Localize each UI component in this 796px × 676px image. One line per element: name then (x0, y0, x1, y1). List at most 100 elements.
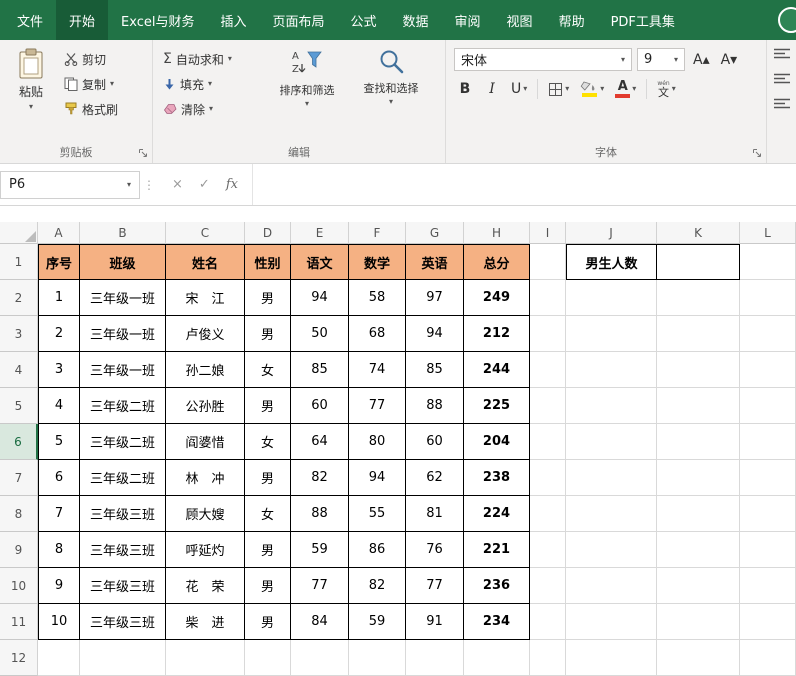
autosum-button[interactable]: Σ 自动求和 ▾ (161, 48, 261, 70)
cell-H4[interactable]: 244 (464, 352, 530, 388)
row-header-5[interactable]: 5 (0, 388, 38, 424)
cell-G1[interactable]: 英语 (406, 244, 464, 280)
cell-E7[interactable]: 82 (291, 460, 349, 496)
row-header-3[interactable]: 3 (0, 316, 38, 352)
font-name-combo[interactable]: 宋体 ▾ (454, 48, 632, 71)
cell-A11[interactable]: 10 (38, 604, 80, 640)
cell-A10[interactable]: 9 (38, 568, 80, 604)
cell-D12[interactable] (245, 640, 291, 676)
cell-J4[interactable] (566, 352, 657, 388)
cell-L4[interactable] (740, 352, 796, 388)
row-header-1[interactable]: 1 (0, 244, 38, 280)
cell-F1[interactable]: 数学 (349, 244, 406, 280)
cell-B4[interactable]: 三年级一班 (80, 352, 166, 388)
underline-button[interactable]: U ▾ (508, 78, 530, 100)
cell-D10[interactable]: 男 (245, 568, 291, 604)
formula-bar-drag-handle[interactable]: ⋮ (140, 178, 158, 192)
cell-L6[interactable] (740, 424, 796, 460)
cell-D11[interactable]: 男 (245, 604, 291, 640)
column-header-J[interactable]: J (566, 222, 657, 244)
column-header-H[interactable]: H (464, 222, 530, 244)
cell-G10[interactable]: 77 (406, 568, 464, 604)
cell-K10[interactable] (657, 568, 740, 604)
italic-button[interactable]: I (481, 78, 503, 100)
cell-F11[interactable]: 59 (349, 604, 406, 640)
cell-L1[interactable] (740, 244, 796, 280)
cell-C3[interactable]: 卢俊义 (166, 316, 245, 352)
row-header-6[interactable]: 6 (0, 424, 38, 460)
format-painter-button[interactable]: 格式刷 (62, 98, 120, 120)
cell-B1[interactable]: 班级 (80, 244, 166, 280)
cell-A3[interactable]: 2 (38, 316, 80, 352)
cell-H7[interactable]: 238 (464, 460, 530, 496)
cell-F12[interactable] (349, 640, 406, 676)
insert-function-icon[interactable]: fx (226, 177, 238, 192)
cell-B2[interactable]: 三年级一班 (80, 280, 166, 316)
cell-B9[interactable]: 三年级三班 (80, 532, 166, 568)
cell-I6[interactable] (530, 424, 566, 460)
tab-formulas[interactable]: 公式 (338, 0, 390, 40)
cell-C1[interactable]: 姓名 (166, 244, 245, 280)
enter-check-icon[interactable]: ✓ (199, 177, 210, 192)
paste-button[interactable]: 粘贴 ▾ (8, 46, 54, 145)
cell-B12[interactable] (80, 640, 166, 676)
cell-C5[interactable]: 公孙胜 (166, 388, 245, 424)
cut-button[interactable]: 剪切 (62, 48, 120, 70)
tab-review[interactable]: 审阅 (442, 0, 494, 40)
cancel-icon[interactable]: × (172, 177, 183, 192)
cell-K1[interactable] (657, 244, 740, 280)
cell-A4[interactable]: 3 (38, 352, 80, 388)
cell-B5[interactable]: 三年级二班 (80, 388, 166, 424)
cell-H5[interactable]: 225 (464, 388, 530, 424)
cell-D3[interactable]: 男 (245, 316, 291, 352)
cell-F9[interactable]: 86 (349, 532, 406, 568)
cell-H6[interactable]: 204 (464, 424, 530, 460)
cell-A2[interactable]: 1 (38, 280, 80, 316)
cell-H9[interactable]: 221 (464, 532, 530, 568)
cell-D7[interactable]: 男 (245, 460, 291, 496)
column-header-F[interactable]: F (349, 222, 406, 244)
cell-E6[interactable]: 64 (291, 424, 349, 460)
cell-L10[interactable] (740, 568, 796, 604)
cell-K12[interactable] (657, 640, 740, 676)
cell-H1[interactable]: 总分 (464, 244, 530, 280)
cell-E5[interactable]: 60 (291, 388, 349, 424)
cell-I7[interactable] (530, 460, 566, 496)
cell-H12[interactable] (464, 640, 530, 676)
cell-F6[interactable]: 80 (349, 424, 406, 460)
cell-G9[interactable]: 76 (406, 532, 464, 568)
font-dialog-launcher[interactable] (751, 147, 763, 159)
cell-K5[interactable] (657, 388, 740, 424)
cell-J12[interactable] (566, 640, 657, 676)
cell-C2[interactable]: 宋 江 (166, 280, 245, 316)
increase-font-button[interactable]: A▴ (690, 49, 713, 71)
cell-A12[interactable] (38, 640, 80, 676)
tab-view[interactable]: 视图 (494, 0, 546, 40)
cell-C12[interactable] (166, 640, 245, 676)
tab-page-layout[interactable]: 页面布局 (259, 0, 337, 40)
cell-A9[interactable]: 8 (38, 532, 80, 568)
cell-J9[interactable] (566, 532, 657, 568)
row-header-7[interactable]: 7 (0, 460, 38, 496)
row-header-2[interactable]: 2 (0, 280, 38, 316)
cell-I1[interactable] (530, 244, 566, 280)
cell-L8[interactable] (740, 496, 796, 532)
cell-K6[interactable] (657, 424, 740, 460)
cell-L12[interactable] (740, 640, 796, 676)
cell-B3[interactable]: 三年级一班 (80, 316, 166, 352)
row-header-8[interactable]: 8 (0, 496, 38, 532)
clipboard-dialog-launcher[interactable] (137, 147, 149, 159)
cell-I12[interactable] (530, 640, 566, 676)
cell-F7[interactable]: 94 (349, 460, 406, 496)
row-header-4[interactable]: 4 (0, 352, 38, 388)
cell-B10[interactable]: 三年级三班 (80, 568, 166, 604)
cell-L2[interactable] (740, 280, 796, 316)
find-select-button[interactable]: 查找和选择 ▾ (353, 46, 429, 145)
cell-E8[interactable]: 88 (291, 496, 349, 532)
column-header-C[interactable]: C (166, 222, 245, 244)
cell-C4[interactable]: 孙二娘 (166, 352, 245, 388)
cell-K3[interactable] (657, 316, 740, 352)
cell-G12[interactable] (406, 640, 464, 676)
cell-J1[interactable]: 男生人数 (566, 244, 657, 280)
column-header-E[interactable]: E (291, 222, 349, 244)
